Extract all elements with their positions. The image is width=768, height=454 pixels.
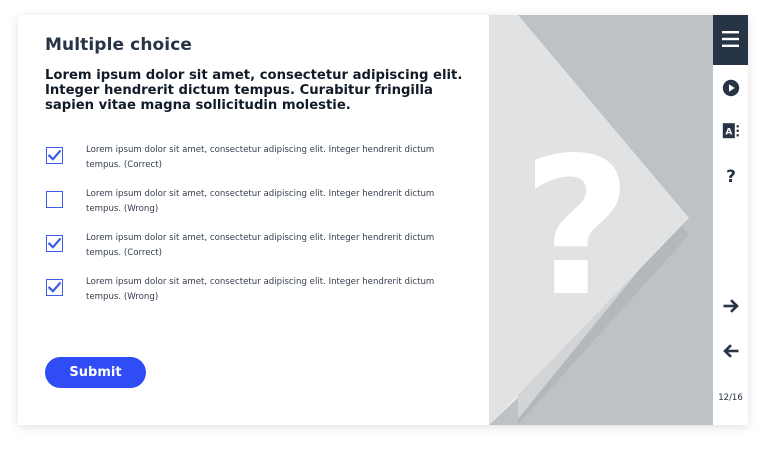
menu-icon [722,31,739,47]
svg-text:A: A [725,128,732,138]
answer-option-3[interactable]: Lorem ipsum dolor sit amet, consectetur … [46,231,466,275]
answer-option-text: Lorem ipsum dolor sit amet, consectetur … [86,277,435,302]
answer-option-text: Lorem ipsum dolor sit amet, consectetur … [86,189,435,214]
answer-checkbox-3[interactable] [46,235,63,252]
lesson-card: Multiple choice Lorem ipsum dolor sit am… [18,15,748,425]
check-icon [48,281,61,293]
arrow-left-icon[interactable] [722,342,740,360]
question-text: Lorem ipsum dolor sit amet, consectetur … [45,68,463,113]
answer-checkbox-4[interactable] [46,279,63,296]
page-title: Multiple choice [45,35,193,55]
answer-option-text: Lorem ipsum dolor sit amet, consectetur … [86,145,435,170]
svg-text:?: ? [726,167,736,184]
help-icon[interactable]: ? [722,166,740,184]
play-icon[interactable] [722,79,740,97]
question-mark-graphic: ? [489,15,713,425]
question-panel: Multiple choice Lorem ipsum dolor sit am… [18,15,489,425]
page-counter: 12/16 [718,393,743,403]
answer-option-2[interactable]: Lorem ipsum dolor sit amet, consectetur … [46,187,466,231]
answer-option-4[interactable]: Lorem ipsum dolor sit amet, consectetur … [46,275,466,319]
question-mark-symbol: ? [522,117,632,338]
answer-checkbox-2[interactable] [46,191,63,208]
menu-button[interactable] [713,15,748,65]
player-sidebar: A ? 12/16 [713,15,748,425]
answer-checkbox-1[interactable] [46,147,63,164]
glossary-icon[interactable]: A [722,122,740,140]
submit-button[interactable]: Submit [45,357,146,388]
check-icon [48,237,61,249]
arrow-right-icon[interactable] [722,297,740,315]
question-illustration: ? [489,15,713,425]
answer-option-1[interactable]: Lorem ipsum dolor sit amet, consectetur … [46,143,466,187]
check-icon [48,149,61,161]
answer-options: Lorem ipsum dolor sit amet, consectetur … [46,143,466,319]
answer-option-text: Lorem ipsum dolor sit amet, consectetur … [86,233,435,258]
